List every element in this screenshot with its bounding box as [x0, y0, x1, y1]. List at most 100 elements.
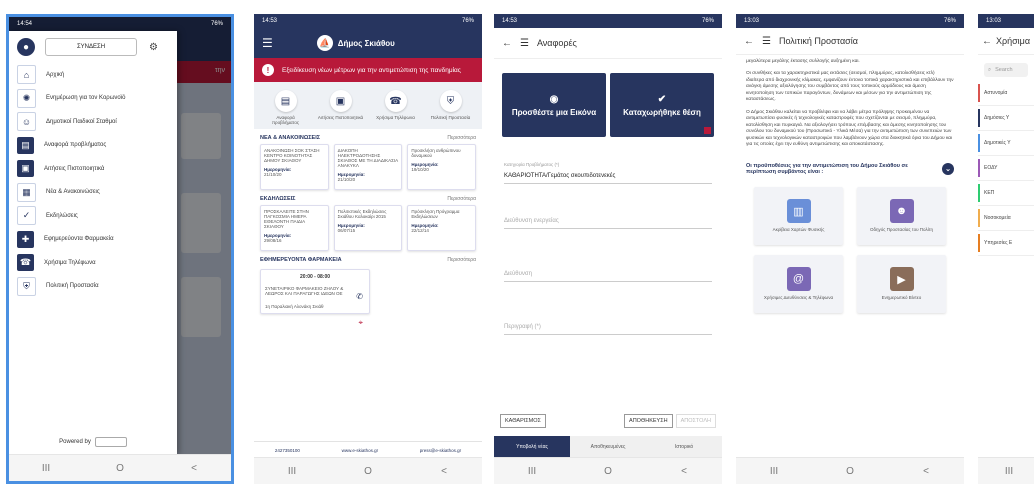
drawer-item-label: Εκδηλώσεις: [46, 212, 78, 219]
quick-certificates[interactable]: ▣ Αιτήσεις Πιστοποιητικά: [318, 90, 364, 125]
category-select[interactable]: Κατηγορία Προβλήματος (*) ΚΑΘΑΡΙΟΤΗΤΑ/Γε…: [504, 143, 712, 184]
article-paragraph: μεγαλύτερα μεγάλης έκτασης συλλογής αυξη…: [746, 59, 860, 64]
menu-icon[interactable]: ☰: [762, 36, 771, 47]
home-button[interactable]: O: [835, 466, 865, 477]
drawer-item-calendar[interactable]: ✓ Εκδηλώσεις: [9, 204, 177, 228]
back-button[interactable]: <: [179, 463, 209, 474]
back-button[interactable]: <: [911, 466, 941, 477]
menu-icon[interactable]: ☰: [262, 36, 273, 50]
home-button[interactable]: O: [593, 466, 623, 477]
tile-maps[interactable]: ▥ Ακρίβεια Χαρτών Φυσικής: [754, 186, 843, 245]
menu-icon[interactable]: ☰: [520, 38, 529, 49]
description-input[interactable]: Περιγραφή (*): [504, 282, 712, 335]
tab-new-report[interactable]: Υποβολή νέας: [494, 436, 570, 458]
video-icon: ▶: [889, 267, 914, 292]
phone-category-item[interactable]: ΕΟΔΥ: [978, 156, 1034, 181]
gear-icon[interactable]: ⚙: [149, 42, 158, 53]
news-more-link[interactable]: Περισσότερα: [447, 135, 476, 141]
back-button[interactable]: <: [669, 466, 699, 477]
pharmacy-card[interactable]: 20:00 - 08:00 ΣΥΝΕΤΑΙΡΙΚΟ ΦΑΡΜΑΚΕΙΟ ΖΗΛΟ…: [260, 269, 370, 327]
pharmacies-more-link[interactable]: Περισσότερα: [447, 257, 476, 263]
delete-badge-icon[interactable]: [704, 127, 711, 134]
login-button[interactable]: ΣΥΝΔΕΣΗ: [45, 38, 137, 56]
event-card[interactable]: Πρόσκληση Πρόγραμμα Εκδηλώσεων Ημερομηνία…: [407, 205, 477, 251]
news-card[interactable]: Προσκλήση ανθρώπινου δυναμικού Ημερομηνία…: [407, 144, 477, 190]
back-button[interactable]: <: [429, 466, 459, 477]
recent-apps-button[interactable]: III: [31, 463, 61, 474]
card-date: 06/07/15: [337, 228, 356, 233]
clear-button[interactable]: ΚΑΘΑΡΙΣΜΟΣ: [500, 414, 546, 428]
location-button[interactable]: ✔ Καταχωρήθηκε θέση: [610, 73, 714, 137]
drawer-item-report[interactable]: ▤ Αναφορά προβλήματος: [9, 134, 177, 158]
card-date: 22/12/14: [411, 228, 429, 233]
drawer-item-home[interactable]: ⌂ Αρχική: [9, 63, 177, 87]
recent-apps-button[interactable]: III: [759, 466, 789, 477]
drawer-item-phone[interactable]: ☎ Χρήσιμα Τηλέφωνα: [9, 251, 177, 275]
status-time: 14:53: [502, 18, 518, 24]
user-avatar-icon[interactable]: ●: [17, 38, 35, 56]
back-arrow-icon[interactable]: ←: [502, 38, 512, 49]
recent-apps-button[interactable]: III: [277, 466, 307, 477]
chevron-down-icon[interactable]: ⌄: [942, 162, 954, 175]
drawer-item-news[interactable]: ▦ Νέα & Ανακοινώσεις: [9, 181, 177, 205]
quick-report[interactable]: ▤ Αναφορά προβλήματος: [263, 90, 309, 125]
phone-category-item[interactable]: Υπηρεσίες Ε: [978, 231, 1034, 256]
drawer-item-pharmacy[interactable]: ✚ Εφημερεύοντα Φαρμακεία: [9, 228, 177, 252]
tile-video[interactable]: ▶ Ενημερωτικό Βίντεο: [857, 254, 946, 313]
tab-saved[interactable]: Αποθηκευμένες: [570, 436, 646, 458]
home-button[interactable]: O: [353, 466, 383, 477]
report-icon: ▤: [274, 90, 297, 112]
event-card[interactable]: ΠΡΟΣΚΑΛΕΙΤΕ ΣΤΗΝ ΠΑΓΚΟΣΜΙΑ ΗΜΕΡΑ ΕΘΕΛΟΝΤ…: [260, 205, 329, 251]
battery-indicator: 76%: [701, 18, 714, 24]
send-button[interactable]: ΑΠΟΣΤΟΛΗ: [675, 414, 716, 428]
article-paragraph: Οι συνθήκες και τα χαρακτηριστικά μας εκ…: [746, 71, 954, 103]
drawer-item-label: Χρήσιμα Τηλέφωνα: [44, 259, 96, 266]
map-pin-icon[interactable]: ⌖: [358, 318, 363, 328]
event-card[interactable]: Πολιτιστικές Εκδηλώσεις Σκιάθου Καλοκαίρ…: [333, 205, 403, 251]
card-text: Πρόσκληση Πρόγραμμα Εκδηλώσεων: [411, 209, 460, 219]
phone-category-item[interactable]: Αστυνομία: [978, 81, 1034, 106]
home-button[interactable]: O: [105, 463, 135, 474]
prerequisites-header[interactable]: Οι προϋποθέσεις για την αντιμετώπιση του…: [736, 159, 964, 179]
tab-history[interactable]: Ιστορικό: [646, 436, 722, 458]
save-button[interactable]: ΑΠΟΘΗΚΕΥΣΗ: [624, 414, 673, 428]
article-paragraph: Ο Δήμος Σκιάθου καλείται να προβλέψει κα…: [746, 109, 953, 148]
footer-website[interactable]: www.e-skiathos.gr: [342, 448, 379, 453]
add-photo-button[interactable]: ◉ Προσθέστε μια Εικόνα: [502, 73, 606, 137]
contact-footer: 2427350100 www.e-skiathos.gr press@e-ski…: [254, 441, 482, 458]
alert-banner[interactable]: ! Εξειδίκευση νέων μέτρων για την αντιμε…: [254, 58, 482, 82]
footer-email[interactable]: press@e-skiathos.gr: [420, 448, 461, 453]
navigation-drawer: ● ΣΥΝΔΕΣΗ ⚙ ⌂ Αρχική ✺ Ενημέρωση για τον Κο…: [9, 31, 177, 455]
call-icon[interactable]: ✆: [356, 292, 363, 301]
recent-apps-button[interactable]: III: [994, 466, 1024, 477]
location-input[interactable]: Διεύθυνση: [504, 229, 712, 282]
quick-phones[interactable]: ☎ Χρήσιμα Τηλέφωνα: [373, 90, 419, 125]
news-card[interactable]: ΔΙΑΚΟΠΗ ΗΛΕΚΤΡΟΔΟΤΗΣΗΣ ΣΚΙΑΘΟΣ ΜΕ ΤΗ ΔΙΑ…: [333, 144, 403, 190]
drawer-item-virus[interactable]: ✺ Ενημέρωση για τον Κορωνοϊό: [9, 87, 177, 111]
drawer-item-certificate[interactable]: ▣ Αιτήσεις Πιστοποιητικά: [9, 157, 177, 181]
news-title: ΝΕΑ & ΑΝΑΚΟΙΝΩΣΕΙΣ: [260, 135, 321, 141]
alert-icon: !: [262, 64, 274, 76]
back-arrow-icon[interactable]: ←: [744, 36, 754, 47]
phone-category-item[interactable]: Δημοτικές Υ: [978, 131, 1034, 156]
tile-contacts[interactable]: @ Χρήσιμες Διευθύνσεις & Τηλέφωνα: [754, 254, 843, 313]
drawer-item-shield[interactable]: ⛨ Πολιτική Προστασία: [9, 275, 177, 299]
recent-apps-button[interactable]: III: [517, 466, 547, 477]
quick-civil-protection[interactable]: ⛨ Πολιτική Προστασία: [428, 90, 474, 125]
phone-category-item[interactable]: Δημόσιες Υ: [978, 106, 1034, 131]
address-input[interactable]: Διεύθυνση ενεργείας: [504, 184, 712, 229]
system-nav-bar: III: [978, 457, 1034, 484]
news-card[interactable]: ΑΝΑΚΟΙΝΩΣΗ ΣΟΚ ΣΤΑΣΗ ΚΕΝΤΡΟ ΚΟΙΝΟΤΗΤΑΣ Δ…: [260, 144, 329, 190]
search-input[interactable]: ⌕ Search: [984, 63, 1028, 77]
drawer-item-children[interactable]: ☺ Δημοτικοί Παιδικοί Σταθμοί: [9, 110, 177, 134]
system-nav-bar: III O <: [736, 457, 964, 484]
category-color-marker: [978, 84, 980, 102]
events-more-link[interactable]: Περισσότερα: [447, 196, 476, 202]
footer-phone[interactable]: 2427350100: [275, 448, 300, 453]
phone-category-item[interactable]: ΚΕΠ: [978, 181, 1034, 206]
back-arrow-icon[interactable]: ←: [982, 36, 992, 47]
form-actions: ΚΑΘΑΡΙΣΜΟΣ ΑΠΟΘΗΚΕΥΣΗ ΑΠΟΣΤΟΛΗ: [500, 414, 716, 428]
phone-category-item[interactable]: Νοσοκομεία: [978, 206, 1034, 231]
tile-label: Οδηγός Προστασίας του Πολίτη: [869, 227, 933, 233]
tile-guide[interactable]: ☻ Οδηγός Προστασίας του Πολίτη: [857, 186, 946, 245]
